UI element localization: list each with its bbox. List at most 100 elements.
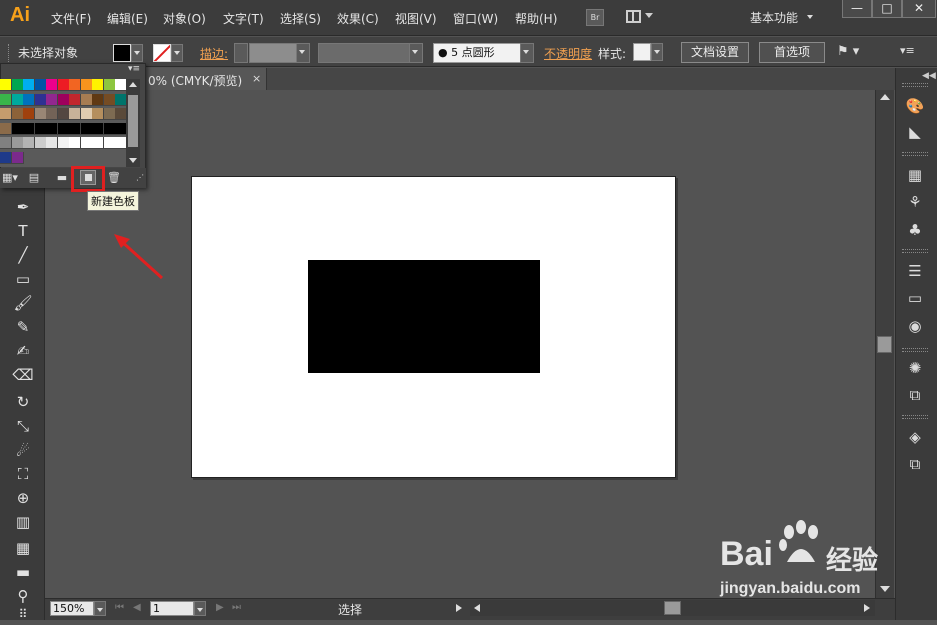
layers-icon[interactable]: ◈ (902, 426, 928, 448)
stroke-link[interactable]: 描边: (200, 45, 228, 62)
color-swatch[interactable] (103, 79, 116, 91)
next-artboard-icon[interactable]: ▶ (216, 602, 224, 613)
variable-width-profile[interactable] (318, 43, 410, 63)
color-swatch[interactable] (23, 79, 35, 91)
appearance-panel-icon[interactable]: ✺ (902, 357, 928, 379)
swatches-icon[interactable]: ▦ (902, 164, 928, 186)
close-icon[interactable]: × (252, 72, 261, 85)
swatch-scroll-thumb[interactable] (128, 95, 138, 147)
artboard-dropdown[interactable] (194, 601, 206, 616)
grip-handle[interactable] (8, 44, 11, 62)
control-panel-menu-icon[interactable]: ▾≡ (900, 44, 915, 57)
stroke-weight-stepper[interactable] (234, 43, 248, 63)
color-swatch[interactable] (46, 79, 58, 91)
scroll-left-icon[interactable] (474, 604, 480, 612)
panel-menu-icon[interactable]: ▾≡ (128, 64, 140, 74)
fill-dropdown[interactable] (131, 44, 143, 62)
color-swatch[interactable] (46, 93, 58, 106)
scroll-down-icon[interactable] (880, 586, 890, 592)
menu-view[interactable]: 视图(V) (395, 10, 437, 27)
color-swatch[interactable] (103, 137, 116, 149)
color-swatch[interactable] (11, 151, 24, 164)
color-swatch[interactable] (34, 93, 47, 106)
artboard-number-input[interactable]: 1 (150, 601, 194, 616)
color-swatch[interactable] (11, 122, 24, 135)
color-swatch[interactable] (92, 122, 104, 135)
color-swatch[interactable] (0, 122, 12, 135)
opacity-link[interactable]: 不透明度 (544, 45, 592, 62)
color-swatch[interactable] (80, 79, 93, 91)
document-setup-button[interactable]: 文档设置 (681, 42, 749, 63)
pencil-tool-icon[interactable]: ✎ (9, 316, 37, 338)
dock-group-grip[interactable] (902, 83, 928, 87)
color-swatch[interactable] (80, 93, 93, 106)
color-swatch[interactable] (46, 108, 58, 120)
color-palette-icon[interactable]: 🎨 (902, 95, 928, 117)
dock-group-grip[interactable] (902, 249, 928, 253)
brush-dropdown[interactable] (520, 43, 534, 63)
previous-artboard-icon[interactable]: ◀ (133, 602, 141, 613)
resize-grip-icon[interactable]: ⋰ (132, 171, 148, 185)
stroke-dropdown[interactable] (171, 44, 183, 62)
shape-builder-tool-icon[interactable]: ⊕ (9, 487, 37, 509)
color-swatch[interactable] (11, 79, 24, 91)
maximize-button[interactable]: □ (872, 0, 902, 18)
dock-group-grip[interactable] (902, 348, 928, 352)
paintbrush-tool-icon[interactable]: 🖌 (9, 292, 37, 314)
color-swatch[interactable] (57, 79, 70, 91)
warp-tool-icon[interactable]: ☄ (9, 440, 37, 462)
color-swatch[interactable] (11, 137, 24, 149)
menu-window[interactable]: 窗口(W) (453, 10, 498, 27)
stroke-color-swatch[interactable] (153, 44, 171, 62)
swatch-library-icon[interactable]: ▦▾ (2, 171, 18, 185)
color-swatch[interactable] (57, 108, 70, 120)
color-swatch[interactable] (0, 108, 12, 120)
menu-type[interactable]: 文字(T) (223, 10, 264, 27)
color-swatch[interactable] (69, 137, 81, 149)
eraser-tool-icon[interactable]: ⌫ (9, 364, 37, 386)
minimize-button[interactable]: — (842, 0, 872, 18)
color-swatch[interactable] (34, 79, 47, 91)
menu-object[interactable]: 对象(O) (163, 10, 206, 27)
color-swatch[interactable] (11, 93, 24, 106)
last-artboard-icon[interactable]: ⏭ (232, 602, 241, 613)
color-swatch[interactable] (46, 122, 58, 135)
swatch-kinds-icon[interactable]: ▤ (26, 171, 42, 185)
stroke-weight-dropdown[interactable] (296, 43, 310, 63)
color-swatch[interactable] (34, 108, 47, 120)
stroke-panel-icon[interactable]: ☰ (902, 260, 928, 282)
color-swatch[interactable] (34, 122, 47, 135)
folder-icon[interactable]: ▬ (54, 171, 70, 185)
menu-help[interactable]: 帮助(H) (515, 10, 557, 27)
menu-select[interactable]: 选择(S) (280, 10, 321, 27)
gradient-tool-icon[interactable]: ▬ (9, 561, 37, 583)
color-guide-icon[interactable]: ◣ (902, 121, 928, 143)
color-swatch[interactable] (0, 137, 12, 149)
type-tool-icon[interactable]: T (9, 220, 37, 242)
color-swatch[interactable] (23, 108, 35, 120)
brush-definition[interactable]: ● 5 点圆形 (433, 43, 521, 63)
status-menu-icon[interactable] (456, 604, 462, 612)
bridge-button[interactable]: Br (586, 9, 604, 26)
color-swatch[interactable] (103, 93, 116, 106)
scale-tool-icon[interactable]: ⤡ (9, 415, 37, 437)
graphic-styles-icon[interactable]: ⧉ (902, 384, 928, 406)
scroll-right-icon[interactable] (864, 604, 870, 612)
graphic-style-swatch[interactable] (633, 43, 651, 61)
brushes-icon[interactable]: ⚘ (902, 191, 928, 213)
color-swatch[interactable] (69, 108, 81, 120)
color-swatch[interactable] (46, 137, 58, 149)
color-swatch[interactable] (69, 79, 81, 91)
artboards-icon[interactable]: ⧉ (902, 453, 928, 475)
mesh-tool-icon[interactable]: ▦ (9, 537, 37, 559)
color-swatch[interactable] (103, 108, 116, 120)
collapse-panels-icon[interactable]: ◀◀ (922, 71, 936, 81)
dock-group-grip[interactable] (902, 152, 928, 156)
scroll-down-icon[interactable] (129, 158, 137, 163)
scroll-up-icon[interactable] (129, 82, 137, 87)
rectangle-tool-icon[interactable]: ▭ (9, 268, 37, 290)
menu-effect[interactable]: 效果(C) (337, 10, 379, 27)
color-swatch[interactable] (92, 79, 104, 91)
color-swatch[interactable] (23, 93, 35, 106)
menu-file[interactable]: 文件(F) (51, 10, 91, 27)
